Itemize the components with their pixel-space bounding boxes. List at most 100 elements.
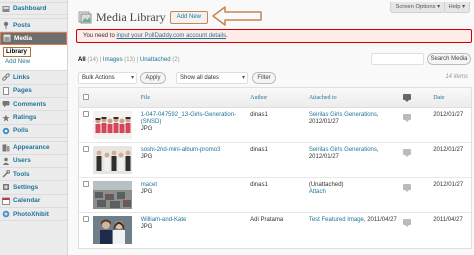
apply-button[interactable]: Apply	[140, 72, 166, 84]
sidebar-item-links[interactable]: Links	[0, 71, 67, 85]
sidebar-item-comments[interactable]: Comments	[0, 97, 67, 112]
file-link[interactable]: macet	[141, 182, 157, 188]
filter-all-count: (14)	[87, 57, 99, 63]
attached-post-link[interactable]: Test Featured Image	[309, 217, 364, 223]
attached-date: , 2011/04/27	[363, 217, 397, 223]
sidebar-item-polls[interactable]: Polls	[0, 124, 67, 139]
upload-date: 2011/04/27	[433, 217, 463, 223]
items-count: 14 items	[445, 74, 468, 80]
chevron-down-icon: ▾	[130, 75, 134, 81]
column-date[interactable]: Date	[433, 94, 471, 101]
comment-count-icon[interactable]	[403, 149, 412, 157]
row-checkbox[interactable]	[83, 181, 89, 187]
filter-images[interactable]: Images	[103, 57, 123, 63]
sidebar-item-settings[interactable]: Settings	[0, 181, 67, 195]
polldaddy-settings-link[interactable]: input your PollDaddy.com account details	[116, 33, 226, 39]
sidebar-item-pages[interactable]: Pages	[0, 84, 67, 98]
admin-sidebar: Dashboard Posts Media Library Add New Li…	[0, 0, 68, 255]
media-icon	[3, 34, 11, 42]
appearance-icon	[2, 144, 10, 152]
photo-icon	[2, 210, 10, 218]
filter-button[interactable]: Filter	[252, 72, 276, 84]
file-link[interactable]: William-and-Kate	[141, 217, 187, 223]
table-row: soshi-2nd-mini-album-promo3 JPG dinas1 Se…	[79, 143, 471, 178]
file-type: JPG	[140, 154, 153, 160]
comment-icon	[2, 100, 10, 108]
comment-count-icon[interactable]	[403, 219, 412, 227]
tools-icon	[2, 170, 10, 178]
file-link[interactable]: 1-047-047592_13-Girls-Generation-(SNSD)	[141, 112, 236, 125]
media-submenu: Library Add New	[0, 45, 67, 72]
users-icon	[2, 157, 10, 165]
comments-column-icon[interactable]	[403, 93, 412, 102]
attach-link[interactable]: Attach	[309, 189, 326, 195]
thumbnail[interactable]	[92, 216, 141, 244]
thumbnail[interactable]	[92, 111, 141, 139]
row-checkbox[interactable]	[83, 111, 89, 117]
sidebar-item-ratings[interactable]: Ratings	[0, 111, 67, 125]
screen-options-button[interactable]: Screen Options ▾	[389, 2, 446, 13]
file-type: JPG	[140, 126, 153, 132]
sidebar-item-photoxhibit[interactable]: PhotoXhibit	[0, 208, 67, 222]
thumbnail[interactable]	[92, 181, 141, 209]
dates-select[interactable]: Show all dates ▾	[176, 72, 248, 84]
file-link[interactable]: soshi-2nd-mini-album-promo3	[141, 147, 221, 153]
notice-suffix: .	[226, 33, 228, 39]
main-content: Screen Options ▾ Help ▾ Media Library Ad…	[72, 0, 474, 255]
filter-unattached[interactable]: Unattached	[140, 57, 171, 63]
star-icon	[2, 114, 10, 122]
column-author[interactable]: Author	[250, 94, 309, 101]
table-row: William-and-Kate JPG Adi Pratama Test Fea…	[79, 213, 471, 248]
title-row: Media Library Add New	[78, 6, 262, 28]
sidebar-item-posts[interactable]: Posts	[0, 18, 67, 32]
file-type: JPG	[140, 189, 153, 195]
dashboard-icon	[2, 5, 10, 13]
row-checkbox[interactable]	[83, 216, 89, 222]
row-checkbox[interactable]	[83, 146, 89, 152]
comment-count-icon[interactable]	[403, 184, 412, 192]
annotation-arrow-icon	[212, 6, 262, 28]
select-all-checkbox[interactable]	[83, 93, 89, 100]
sidebar-item-appearance[interactable]: Appearance	[0, 141, 67, 155]
author: dinas1	[250, 147, 268, 153]
notice-text: You need to	[83, 33, 117, 39]
sidebar-item-dashboard[interactable]: Dashboard	[0, 2, 67, 16]
sidebar-item-tools[interactable]: Tools	[0, 167, 67, 182]
sidebar-item-label: Pages	[13, 87, 32, 95]
comment-count-icon[interactable]	[403, 114, 412, 122]
sidebar-item-label: PhotoXhibit	[13, 210, 49, 218]
filter-images-count: (13)	[124, 57, 135, 63]
filter-links: All (14) | Images (13) | Unattached (2)	[78, 57, 180, 63]
help-button[interactable]: Help ▾	[443, 2, 470, 13]
table-row: macet JPG dinas1 (Unattached) Attach 2012/…	[79, 178, 471, 213]
polldaddy-notice: You need to input your PollDaddy.com acc…	[76, 29, 472, 43]
chevron-down-icon: ▾	[241, 75, 245, 81]
media-table: File Author Attached to Date 1-047-04759…	[78, 87, 472, 249]
column-attached[interactable]: Attached to	[309, 94, 404, 102]
sidebar-item-label: Links	[13, 73, 30, 81]
sidebar-item-label: Polls	[13, 127, 29, 135]
sidebar-item-calendar[interactable]: Calendar	[0, 194, 67, 209]
search-input[interactable]	[371, 53, 424, 65]
submenu-item-library[interactable]: Library	[3, 47, 31, 58]
submenu-item-add-new[interactable]: Add New	[3, 57, 67, 67]
attached-post-link[interactable]: Seirilas Girls Generations	[309, 112, 377, 118]
attached-post-link[interactable]: Seirilas Girls Generations	[309, 147, 377, 153]
thumbnail[interactable]	[92, 146, 141, 174]
column-file[interactable]: File	[141, 94, 250, 102]
table-header: File Author Attached to Date	[79, 88, 471, 108]
bulk-actions-select[interactable]: Bulk Actions ▾	[78, 72, 137, 84]
add-new-button[interactable]: Add New	[169, 10, 208, 24]
link-icon	[2, 73, 10, 82]
pushpin-icon	[2, 21, 10, 30]
search-media-button[interactable]: Search Media	[427, 53, 471, 65]
sidebar-item-media[interactable]: Media	[0, 31, 67, 46]
author: dinas1	[250, 112, 268, 118]
page-icon	[2, 86, 10, 95]
settings-icon	[2, 183, 10, 191]
sidebar-item-label: Comments	[13, 100, 47, 108]
media-library-icon	[78, 10, 92, 24]
filter-all[interactable]: All	[78, 57, 86, 63]
sidebar-item-users[interactable]: Users	[0, 154, 67, 168]
file-type: JPG	[140, 224, 153, 230]
